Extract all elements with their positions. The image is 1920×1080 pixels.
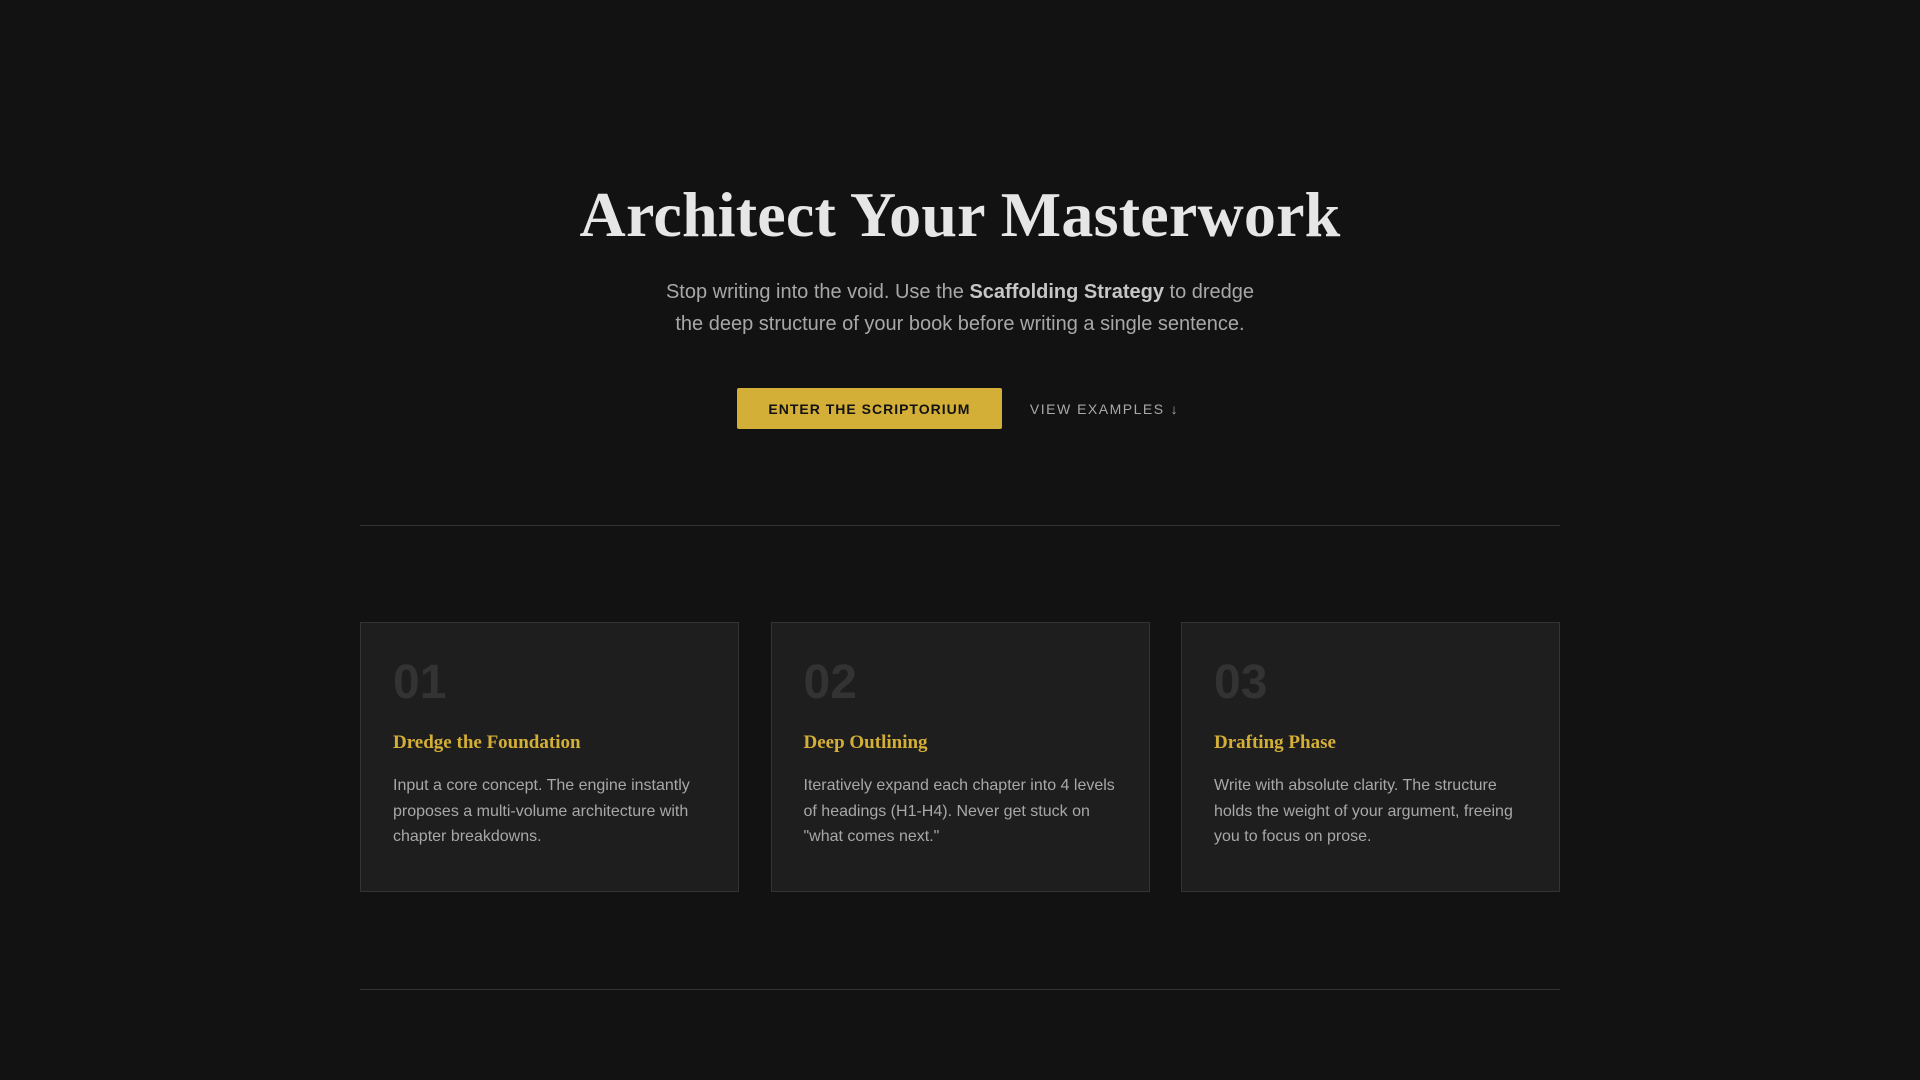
view-examples-label: VIEW EXAMPLES [1029,400,1165,417]
feature-card-outlining: 02 Deep Outlining Iteratively expand eac… [770,622,1150,892]
hero-subtitle-text-start: Stop writing into the void. Use the [665,281,970,303]
feature-card-drafting: 03 Drafting Phase Write with absolute cl… [1181,622,1560,892]
feature-number: 01 [393,656,447,709]
arrow-down-icon: ↓ [1170,400,1180,417]
feature-number: 02 [803,656,857,709]
feature-description: Input a core concept. The engine instant… [393,777,690,846]
section-divider-top [360,525,1560,526]
feature-title: Drafting Phase [1214,732,1336,753]
view-examples-link[interactable]: VIEW EXAMPLES ↓ [1026,388,1183,429]
feature-cards: 01 Dredge the Foundation Input a core co… [360,622,1560,892]
feature-card-dredge: 01 Dredge the Foundation Input a core co… [360,622,739,892]
feature-number: 03 [1214,656,1268,709]
feature-title: Dredge the Foundation [393,732,581,753]
feature-description: Write with absolute clarity. The structu… [1214,777,1513,846]
hero-subtitle-emphasis: Scaffolding Strategy [969,281,1164,303]
cta-row: ENTER THE SCRIPTORIUM VIEW EXAMPLES ↓ [0,388,1920,429]
feature-description: Iteratively expand each chapter into 4 l… [803,777,1115,846]
enter-scriptorium-button[interactable]: ENTER THE SCRIPTORIUM [736,388,1002,429]
hero-subtitle: Stop writing into the void. Use the Scaf… [660,276,1260,340]
page-title: Architect Your Masterwork [579,179,1341,250]
feature-title: Deep Outlining [803,732,928,753]
section-divider-bottom [360,989,1560,990]
